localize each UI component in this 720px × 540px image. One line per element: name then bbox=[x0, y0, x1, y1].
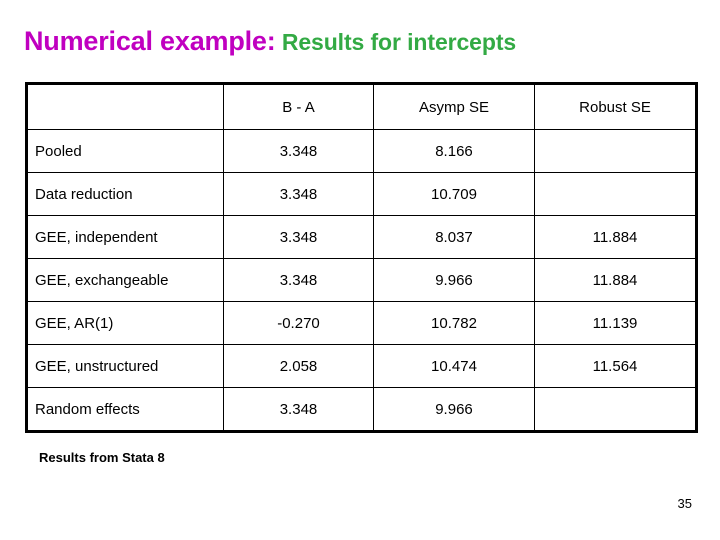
cell-b-minus-a: -0.270 bbox=[223, 301, 374, 345]
cell-b-minus-a: 3.348 bbox=[223, 387, 374, 432]
table-row: Random effects 3.348 9.966 bbox=[26, 387, 697, 432]
cell-robust-se: 11.884 bbox=[534, 215, 697, 259]
table-row: GEE, unstructured 2.058 10.474 11.564 bbox=[26, 344, 697, 388]
page-title-lead: Numerical example: bbox=[24, 26, 276, 56]
cell-asymp-se: 10.474 bbox=[373, 344, 535, 388]
table-row: GEE, exchangeable 3.348 9.966 11.884 bbox=[26, 258, 697, 302]
page-title-rest: Results for intercepts bbox=[275, 29, 517, 55]
row-label: Data reduction bbox=[26, 172, 224, 216]
cell-asymp-se: 10.709 bbox=[373, 172, 535, 216]
table-body: Pooled 3.348 8.166 Data reduction 3.348 … bbox=[26, 129, 697, 432]
cell-b-minus-a: 2.058 bbox=[223, 344, 374, 388]
row-label: Random effects bbox=[26, 387, 224, 432]
results-table-container: B - A Asymp SE Robust SE Pooled 3.348 8.… bbox=[25, 82, 698, 433]
row-label: Pooled bbox=[26, 129, 224, 173]
row-label: GEE, independent bbox=[26, 215, 224, 259]
cell-robust-se bbox=[534, 387, 697, 432]
cell-asymp-se: 8.037 bbox=[373, 215, 535, 259]
row-label: GEE, exchangeable bbox=[26, 258, 224, 302]
column-header-robust-se: Robust SE bbox=[534, 83, 697, 130]
table-header: B - A Asymp SE Robust SE bbox=[26, 83, 697, 130]
cell-robust-se bbox=[534, 172, 697, 216]
cell-robust-se: 11.884 bbox=[534, 258, 697, 302]
cell-robust-se: 11.139 bbox=[534, 301, 697, 345]
table-row: GEE, independent 3.348 8.037 11.884 bbox=[26, 215, 697, 259]
table-row: Pooled 3.348 8.166 bbox=[26, 129, 697, 173]
cell-robust-se bbox=[534, 129, 697, 173]
page-number: 35 bbox=[677, 496, 692, 511]
column-header-blank bbox=[26, 83, 224, 130]
page-title: Numerical example: Results for intercept… bbox=[24, 28, 714, 55]
row-label: GEE, unstructured bbox=[26, 344, 224, 388]
cell-asymp-se: 8.166 bbox=[373, 129, 535, 173]
column-header-asymp-se: Asymp SE bbox=[373, 83, 535, 130]
table-row: Data reduction 3.348 10.709 bbox=[26, 172, 697, 216]
source-note: Results from Stata 8 bbox=[39, 450, 165, 465]
row-label: GEE, AR(1) bbox=[26, 301, 224, 345]
cell-asymp-se: 9.966 bbox=[373, 258, 535, 302]
table-row: GEE, AR(1) -0.270 10.782 11.139 bbox=[26, 301, 697, 345]
table-header-row: B - A Asymp SE Robust SE bbox=[26, 83, 697, 130]
results-table: B - A Asymp SE Robust SE Pooled 3.348 8.… bbox=[25, 82, 698, 433]
column-header-b-minus-a: B - A bbox=[223, 83, 374, 130]
cell-b-minus-a: 3.348 bbox=[223, 258, 374, 302]
cell-b-minus-a: 3.348 bbox=[223, 215, 374, 259]
cell-asymp-se: 10.782 bbox=[373, 301, 535, 345]
cell-b-minus-a: 3.348 bbox=[223, 172, 374, 216]
cell-asymp-se: 9.966 bbox=[373, 387, 535, 432]
cell-robust-se: 11.564 bbox=[534, 344, 697, 388]
cell-b-minus-a: 3.348 bbox=[223, 129, 374, 173]
